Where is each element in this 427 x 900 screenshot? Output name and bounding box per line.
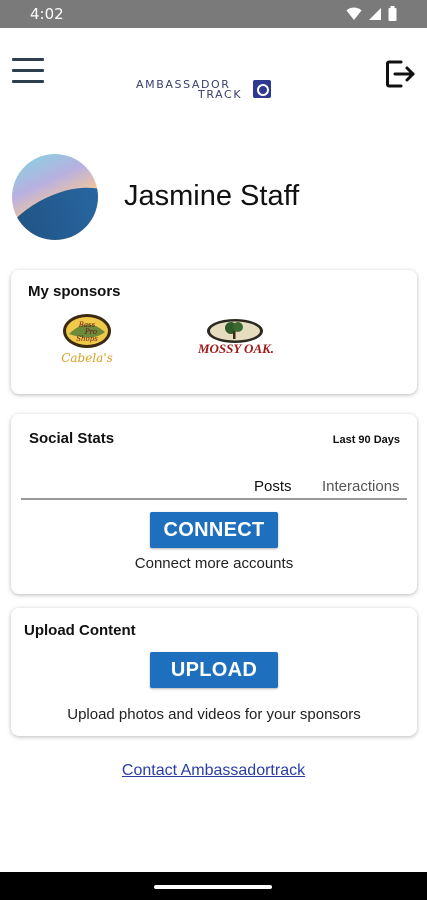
logo-text-track: TRACK <box>198 88 243 101</box>
battery-icon <box>388 6 397 21</box>
avatar[interactable] <box>12 154 98 240</box>
upload-helper-text: Upload photos and videos for your sponso… <box>67 706 361 723</box>
status-bar: 4:02 <box>0 0 427 28</box>
date-range-label[interactable]: Last 90 Days <box>333 434 400 446</box>
upload-button[interactable]: UPLOAD <box>150 652 278 688</box>
social-stats-card: Social Stats Last 90 Days Posts Interact… <box>11 414 417 594</box>
sponsors-title: My sponsors <box>28 283 121 300</box>
connect-helper-text: Connect more accounts <box>134 555 294 572</box>
mossy-oak-logo[interactable]: MOSSY OAK. <box>183 318 289 358</box>
system-nav-bar <box>0 872 427 900</box>
social-stats-title: Social Stats <box>29 430 115 447</box>
logout-icon[interactable] <box>384 58 416 90</box>
cabelas-logo-text: Cabela's <box>61 351 113 365</box>
tab-interactions[interactable]: Interactions <box>322 478 400 495</box>
home-gesture-handle[interactable] <box>154 885 272 889</box>
logo-mark-icon <box>253 80 271 98</box>
tabs-divider <box>21 498 407 500</box>
status-icons <box>346 6 397 21</box>
bass-pro-logo-line3: Shops <box>76 335 98 343</box>
upload-content-card: Upload Content UPLOAD Upload photos and … <box>11 608 417 736</box>
user-name: Jasmine Staff <box>124 180 300 212</box>
connect-button[interactable]: CONNECT <box>150 512 278 548</box>
ambassadortrack-logo: AMBASSADOR TRACK <box>136 78 276 104</box>
signal-icon <box>369 7 381 20</box>
hamburger-menu-icon[interactable] <box>12 58 44 88</box>
contact-link[interactable]: Contact Ambassadortrack <box>0 762 427 780</box>
bass-pro-cabelas-logo[interactable]: Bass Pro Shops Cabela's <box>57 312 117 366</box>
upload-content-title: Upload Content <box>24 622 136 639</box>
sponsors-card: My sponsors Bass Pro Shops Cabela's MOSS… <box>11 270 417 394</box>
status-time: 4:02 <box>30 5 64 23</box>
tab-posts[interactable]: Posts <box>254 478 292 495</box>
wifi-icon <box>346 7 362 20</box>
mossy-oak-logo-text: MOSSY OAK. <box>197 341 274 356</box>
